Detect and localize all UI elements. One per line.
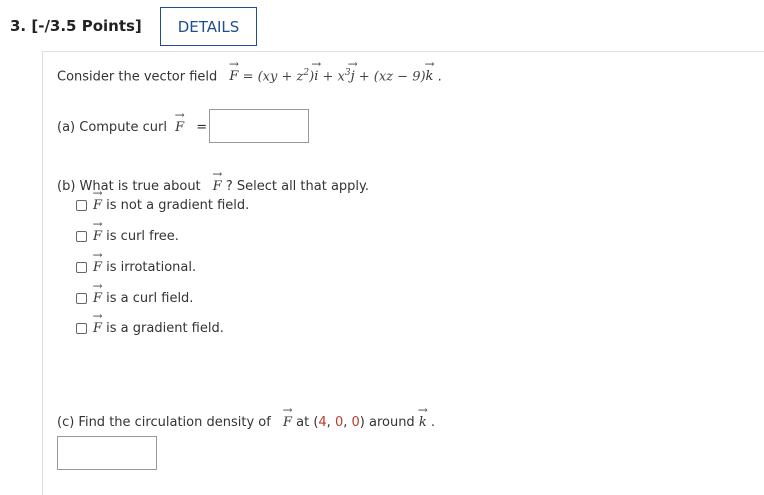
question-header: 3. [-/3.5 Points] DETAILS [0, 0, 764, 50]
intro-expr1: (xy + z [257, 69, 304, 85]
vector-F: → F [174, 108, 185, 135]
option-checkbox[interactable] [76, 231, 87, 242]
part-c-question: (c) Find the circulation density of → F a… [57, 403, 435, 430]
unit-vector-k: → k [424, 57, 435, 85]
part-b-question: (b) What is true about → F? Select all th… [57, 167, 370, 194]
vector-F: → F [92, 186, 103, 213]
point-z: 0 [351, 415, 360, 430]
intro-plus2: + (xz − 9) [354, 69, 426, 85]
point-x: 4 [318, 415, 327, 430]
option-label: → F is irrotational. [92, 248, 197, 275]
vector-F: → F [92, 217, 103, 244]
question-number: 3. [-/3.5 Points] [10, 17, 142, 35]
vector-F: → F [282, 403, 293, 430]
circulation-answer-input[interactable] [57, 436, 157, 470]
vector-F: → F [92, 279, 103, 306]
option-label: → F is curl free. [92, 217, 179, 244]
intro-line: Consider the vector field → F = (xy + z2)… [57, 57, 442, 85]
vector-F: → F [212, 167, 223, 194]
header-divider [42, 51, 764, 52]
vector-F: → F [92, 248, 103, 275]
vector-F: → F [92, 309, 103, 336]
option-label: → F is a curl field. [92, 279, 194, 306]
option-label: → F is not a gradient field. [92, 186, 250, 213]
details-button[interactable]: DETAILS [160, 7, 257, 46]
point-y: 0 [334, 415, 344, 430]
part-a-label: (a) Compute curl → F = [57, 108, 208, 135]
left-border [42, 52, 43, 495]
intro-equals: = [238, 69, 258, 85]
curl-answer-input[interactable] [209, 109, 309, 143]
option-checkbox[interactable] [76, 262, 87, 273]
unit-vector-i: → i [311, 57, 322, 85]
option-checkbox[interactable] [76, 293, 87, 304]
intro-period: . [433, 69, 442, 85]
unit-vector-j: → j [347, 57, 358, 85]
option-label: → F is a gradient field. [92, 309, 224, 336]
intro-prefix: Consider the vector field [57, 69, 218, 85]
option-checkbox[interactable] [76, 200, 87, 211]
option-checkbox[interactable] [76, 323, 87, 334]
intro-plus1: + x [318, 69, 345, 85]
unit-vector-k: → k [417, 403, 428, 430]
vector-F: → F [228, 57, 239, 85]
